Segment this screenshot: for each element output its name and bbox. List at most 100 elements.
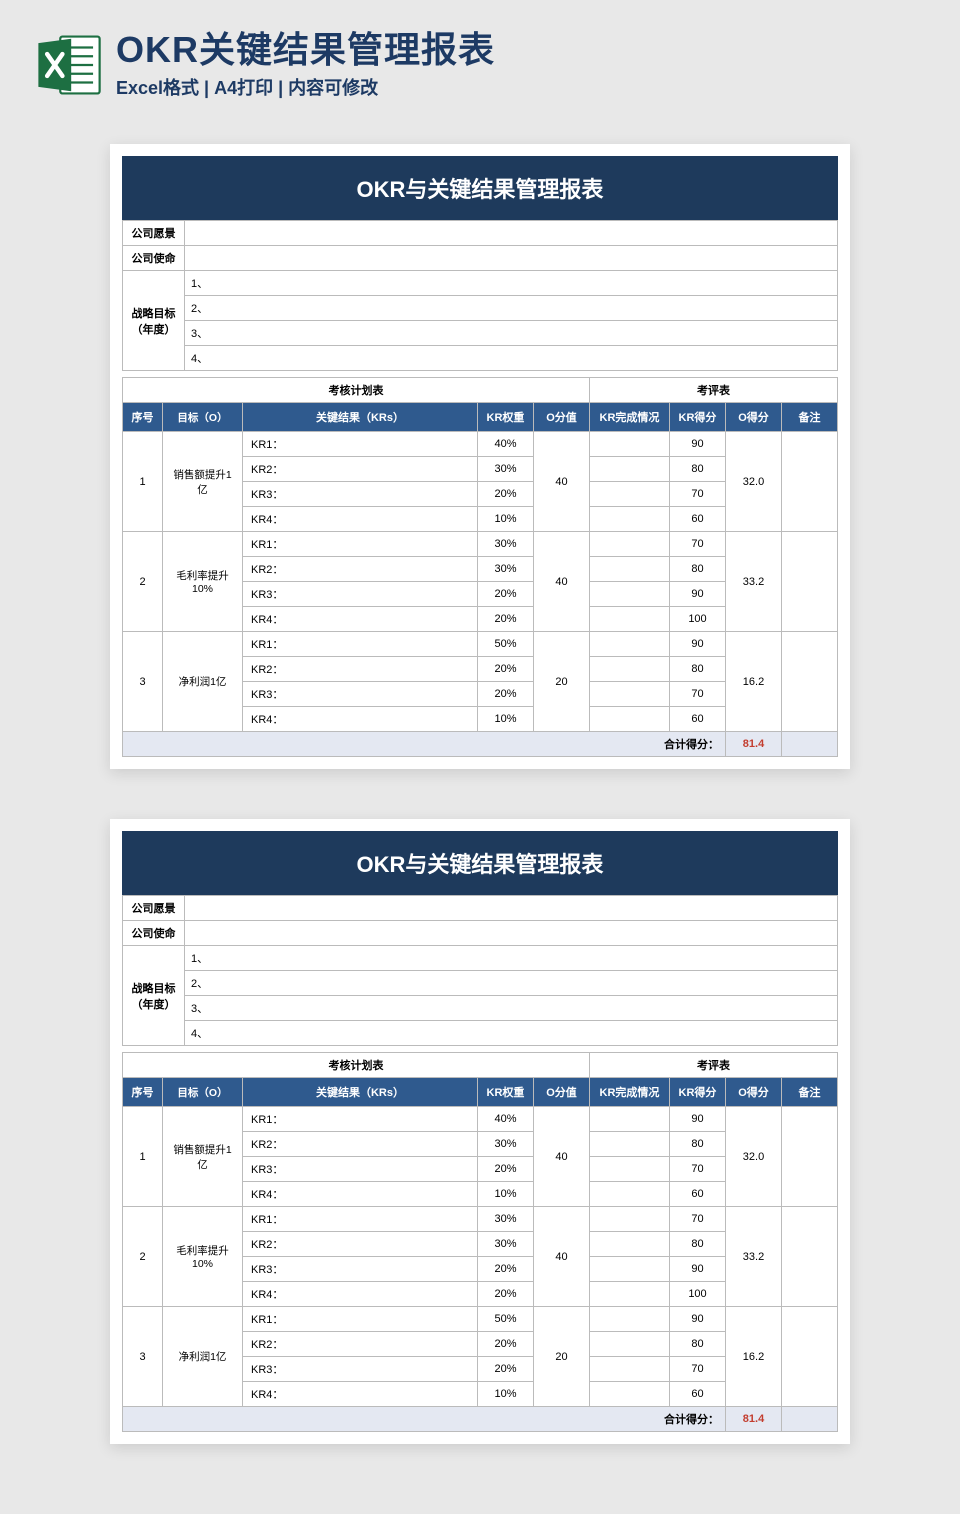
cell-kr[interactable]: KR4： <box>243 1382 478 1407</box>
cell-krscore[interactable]: 60 <box>670 507 726 532</box>
cell-done[interactable] <box>590 457 670 482</box>
cell-kr[interactable]: KR3： <box>243 1357 478 1382</box>
cell-kr[interactable]: KR2： <box>243 657 478 682</box>
cell-krscore[interactable]: 90 <box>670 582 726 607</box>
cell-done[interactable] <box>590 1257 670 1282</box>
cell-weight[interactable]: 20% <box>478 582 534 607</box>
cell-done[interactable] <box>590 607 670 632</box>
cell-krscore[interactable]: 90 <box>670 432 726 457</box>
cell-done[interactable] <box>590 1282 670 1307</box>
cell-kr[interactable]: KR3： <box>243 482 478 507</box>
cell-krscore[interactable]: 100 <box>670 607 726 632</box>
cell-weight[interactable]: 20% <box>478 1257 534 1282</box>
mission-value[interactable] <box>185 921 838 946</box>
cell-weight[interactable]: 30% <box>478 457 534 482</box>
cell-kr[interactable]: KR1： <box>243 432 478 457</box>
cell-done[interactable] <box>590 532 670 557</box>
cell-weight[interactable]: 40% <box>478 432 534 457</box>
cell-note[interactable] <box>782 632 838 732</box>
cell-weight[interactable]: 20% <box>478 657 534 682</box>
cell-done[interactable] <box>590 557 670 582</box>
cell-done[interactable] <box>590 1332 670 1357</box>
cell-note[interactable] <box>782 1207 838 1307</box>
cell-weight[interactable]: 40% <box>478 1107 534 1132</box>
cell-krscore[interactable]: 80 <box>670 457 726 482</box>
cell-krscore[interactable]: 80 <box>670 1232 726 1257</box>
vision-value[interactable] <box>185 896 838 921</box>
cell-kr[interactable]: KR2： <box>243 457 478 482</box>
cell-kr[interactable]: KR1： <box>243 632 478 657</box>
cell-weight[interactable]: 20% <box>478 1357 534 1382</box>
cell-note[interactable] <box>782 532 838 632</box>
cell-weight[interactable]: 20% <box>478 1332 534 1357</box>
cell-done[interactable] <box>590 482 670 507</box>
cell-done[interactable] <box>590 1182 670 1207</box>
cell-done[interactable] <box>590 1382 670 1407</box>
goal-row[interactable]: 1、 <box>185 946 838 971</box>
cell-krscore[interactable]: 70 <box>670 1207 726 1232</box>
cell-done[interactable] <box>590 1357 670 1382</box>
goal-row[interactable]: 4、 <box>185 1021 838 1046</box>
cell-weight[interactable]: 30% <box>478 1132 534 1157</box>
cell-krscore[interactable]: 80 <box>670 1332 726 1357</box>
cell-weight[interactable]: 50% <box>478 632 534 657</box>
cell-weight[interactable]: 30% <box>478 1207 534 1232</box>
cell-weight[interactable]: 30% <box>478 532 534 557</box>
cell-krscore[interactable]: 80 <box>670 557 726 582</box>
goal-row[interactable]: 2、 <box>185 971 838 996</box>
cell-krscore[interactable]: 90 <box>670 632 726 657</box>
cell-krscore[interactable]: 70 <box>670 682 726 707</box>
cell-weight[interactable]: 10% <box>478 507 534 532</box>
cell-note[interactable] <box>782 1107 838 1207</box>
cell-weight[interactable]: 50% <box>478 1307 534 1332</box>
cell-krscore[interactable]: 70 <box>670 1357 726 1382</box>
cell-weight[interactable]: 20% <box>478 682 534 707</box>
cell-krscore[interactable]: 70 <box>670 1157 726 1182</box>
cell-kr[interactable]: KR1： <box>243 1307 478 1332</box>
cell-weight[interactable]: 10% <box>478 1382 534 1407</box>
cell-kr[interactable]: KR4： <box>243 1282 478 1307</box>
cell-krscore[interactable]: 70 <box>670 482 726 507</box>
cell-done[interactable] <box>590 1232 670 1257</box>
cell-weight[interactable]: 10% <box>478 707 534 732</box>
cell-krscore[interactable]: 100 <box>670 1282 726 1307</box>
cell-kr[interactable]: KR2： <box>243 1232 478 1257</box>
cell-kr[interactable]: KR4： <box>243 507 478 532</box>
cell-krscore[interactable]: 90 <box>670 1257 726 1282</box>
cell-done[interactable] <box>590 432 670 457</box>
cell-weight[interactable]: 20% <box>478 1157 534 1182</box>
cell-kr[interactable]: KR1： <box>243 532 478 557</box>
cell-kr[interactable]: KR3： <box>243 1257 478 1282</box>
cell-krscore[interactable]: 80 <box>670 1132 726 1157</box>
goal-row[interactable]: 3、 <box>185 996 838 1021</box>
goal-row[interactable]: 2、 <box>185 296 838 321</box>
mission-value[interactable] <box>185 246 838 271</box>
cell-weight[interactable]: 20% <box>478 607 534 632</box>
cell-kr[interactable]: KR4： <box>243 707 478 732</box>
goal-row[interactable]: 4、 <box>185 346 838 371</box>
cell-note[interactable] <box>782 432 838 532</box>
cell-weight[interactable]: 10% <box>478 1182 534 1207</box>
cell-kr[interactable]: KR1： <box>243 1107 478 1132</box>
cell-krscore[interactable]: 70 <box>670 532 726 557</box>
cell-weight[interactable]: 30% <box>478 1232 534 1257</box>
cell-done[interactable] <box>590 1107 670 1132</box>
cell-kr[interactable]: KR4： <box>243 1182 478 1207</box>
cell-kr[interactable]: KR3： <box>243 1157 478 1182</box>
goal-row[interactable]: 1、 <box>185 271 838 296</box>
cell-done[interactable] <box>590 632 670 657</box>
cell-krscore[interactable]: 90 <box>670 1107 726 1132</box>
cell-kr[interactable]: KR2： <box>243 1132 478 1157</box>
cell-done[interactable] <box>590 1132 670 1157</box>
vision-value[interactable] <box>185 221 838 246</box>
goal-row[interactable]: 3、 <box>185 321 838 346</box>
cell-done[interactable] <box>590 1307 670 1332</box>
cell-done[interactable] <box>590 682 670 707</box>
cell-done[interactable] <box>590 582 670 607</box>
cell-done[interactable] <box>590 707 670 732</box>
cell-kr[interactable]: KR3： <box>243 582 478 607</box>
cell-krscore[interactable]: 60 <box>670 1182 726 1207</box>
cell-weight[interactable]: 30% <box>478 557 534 582</box>
cell-kr[interactable]: KR4： <box>243 607 478 632</box>
cell-done[interactable] <box>590 1157 670 1182</box>
